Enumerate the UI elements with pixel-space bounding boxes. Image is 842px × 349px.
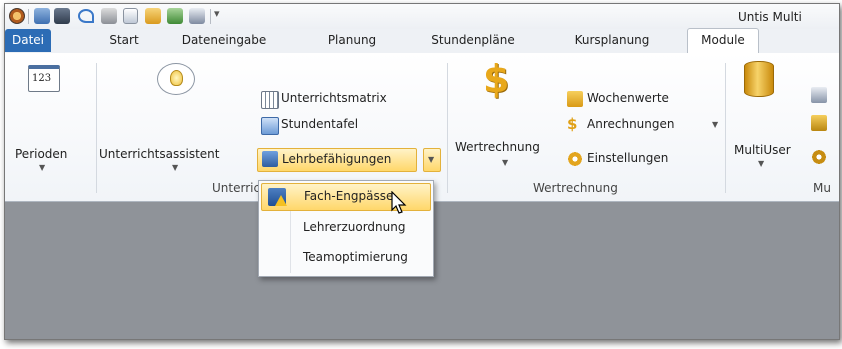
einstellungen-button[interactable]: Einstellungen <box>567 149 717 169</box>
wochenwerte-button[interactable]: Wochenwerte <box>567 89 717 109</box>
report-icon[interactable] <box>189 8 205 24</box>
unterrichtsmatrix-label: Unterrichtsmatrix <box>281 91 387 105</box>
tab-module[interactable]: Module <box>687 28 759 54</box>
menu-item-label: Lehrerzuordnung <box>303 220 406 234</box>
perioden-button[interactable]: 123 Perioden ▼ <box>11 63 71 172</box>
chevron-down-icon: ▼ <box>712 120 719 129</box>
quick-access-toolbar: ▾ Untis Multi <box>5 4 839 30</box>
weekly-values-icon <box>567 91 583 107</box>
wertrechnung-label: Wertrechnung <box>455 140 540 154</box>
warning-document-icon <box>268 188 287 206</box>
menu-item-label: Teamoptimierung <box>303 250 408 264</box>
unterrichtsmatrix-button[interactable]: Unterrichtsmatrix <box>261 89 431 109</box>
app-icon[interactable] <box>9 8 25 24</box>
excel-export-icon[interactable] <box>167 8 183 24</box>
wochenwerte-label: Wochenwerte <box>587 91 669 105</box>
group-separator <box>96 63 97 193</box>
dollar-icon: $ <box>483 57 510 101</box>
lehrbefaehigungen-button[interactable]: Lehrbefähigungen <box>257 148 417 172</box>
group-separator <box>447 63 448 193</box>
separator <box>28 9 29 24</box>
print-preview-icon[interactable] <box>123 8 138 24</box>
print-icon[interactable] <box>101 8 117 24</box>
save-icon[interactable] <box>54 8 70 24</box>
mouse-cursor-icon <box>391 191 407 214</box>
chevron-down-icon: ▼ <box>758 159 765 168</box>
separator <box>210 9 211 24</box>
chevron-down-icon: ▼ <box>172 163 179 172</box>
multiuser-small-icon-2[interactable] <box>811 115 827 131</box>
einstellungen-label: Einstellungen <box>587 151 669 165</box>
wertrechnung-button[interactable]: $ Wertrechnung ▼ <box>455 57 555 168</box>
unterrichtsassistent-button[interactable]: Unterrichtsassistent ▼ <box>99 63 259 172</box>
tab-datei[interactable]: Datei <box>5 29 51 52</box>
lightbulb-icon <box>157 63 195 95</box>
undo-icon[interactable] <box>78 9 94 23</box>
database-icon <box>744 61 774 97</box>
menu-item-teamoptimierung[interactable]: Teamoptimierung <box>261 245 429 271</box>
dollar-icon: $ <box>567 115 578 133</box>
anrechnungen-button[interactable]: $ Anrechnungen ▼ <box>567 115 737 135</box>
menu-item-lehrerzuordnung[interactable]: Lehrerzuordnung <box>261 215 429 241</box>
calendar-icon: 123 <box>28 65 60 92</box>
lehrbefaehigungen-label: Lehrbefähigungen <box>282 152 392 166</box>
bulb-shape <box>170 70 183 86</box>
teacher-qualification-icon <box>262 151 278 167</box>
settings-doc-icon[interactable] <box>145 8 161 24</box>
group-label-unterricht: Unterric <box>212 181 261 195</box>
calendar-badge: 123 <box>32 73 52 84</box>
lehrbefaehigungen-menu: Fach-Engpässe Lehrerzuordnung Teamoptimi… <box>258 180 434 277</box>
chevron-down-icon: ▼ <box>39 163 46 172</box>
multiuser-small-icon[interactable] <box>811 87 827 103</box>
perioden-label: Perioden <box>15 147 68 161</box>
menu-item-label: Fach-Engpässe <box>304 189 394 203</box>
tab-start[interactable]: Start <box>101 29 147 52</box>
tab-dateneingabe[interactable]: Dateneingabe <box>171 29 277 52</box>
group-label-multiuser: Mu <box>813 181 831 195</box>
group-separator <box>725 63 726 193</box>
tab-stundenplaene[interactable]: Stundenpläne <box>425 29 521 52</box>
multiuser-small-icon-3[interactable] <box>811 149 827 165</box>
open-icon[interactable] <box>34 8 50 24</box>
matrix-icon <box>261 91 279 109</box>
chevron-down-icon: ▼ <box>428 155 435 164</box>
multiuser-label: MultiUser <box>734 143 791 157</box>
timetable-icon <box>261 117 279 135</box>
chevron-down-icon: ▼ <box>502 158 509 167</box>
stundentafel-button[interactable]: Stundentafel <box>261 115 431 135</box>
window-title: Untis Multi <box>738 10 802 24</box>
ribbon-tabs: Datei Start Dateneingabe Planung Stunden… <box>5 28 839 54</box>
unterrichtsassistent-label: Unterrichtsassistent <box>99 147 220 161</box>
customize-toolbar-icon[interactable]: ▾ <box>214 7 220 20</box>
tab-kursplanung[interactable]: Kursplanung <box>568 29 656 52</box>
lehrbefaehigungen-dropdown-button[interactable]: ▼ <box>423 148 441 172</box>
app-window: ▾ Untis Multi Datei Start Dateneingabe P… <box>4 3 840 340</box>
multiuser-button[interactable]: MultiUser ▼ <box>727 61 797 168</box>
warning-triangle-icon <box>275 195 287 206</box>
anrechnungen-label: Anrechnungen <box>587 117 675 131</box>
screenshot-frame: ▾ Untis Multi Datei Start Dateneingabe P… <box>0 0 842 349</box>
stundentafel-label: Stundentafel <box>281 117 359 131</box>
tab-planung[interactable]: Planung <box>322 29 382 52</box>
group-label-wertrechnung: Wertrechnung <box>533 181 618 195</box>
gear-icon <box>567 151 583 167</box>
